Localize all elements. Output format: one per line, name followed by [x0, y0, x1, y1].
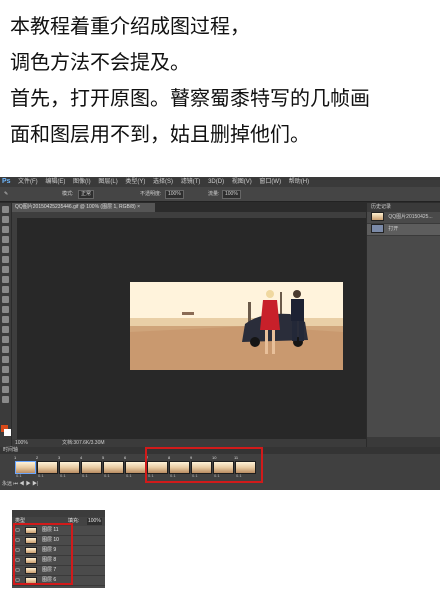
status-bar: 100% 文档:307.6K/3.30M [12, 439, 366, 447]
snapshot-thumbnail [371, 212, 384, 222]
menu-filter[interactable]: 滤镜(T) [181, 179, 201, 185]
first-frame-button[interactable]: ⏮ [13, 481, 18, 487]
menu-edit[interactable]: 编辑(E) [45, 179, 65, 185]
article-line-2: 调色方法不会提及。 [10, 50, 190, 74]
frame-delay[interactable]: 0.1 [126, 473, 132, 478]
timeline-controls: 永远 ⏮ ◀ ▶ ▶| [2, 481, 38, 488]
crop-tool-icon[interactable] [2, 246, 9, 253]
lasso-tool-icon[interactable] [2, 226, 9, 233]
history-snapshot[interactable]: QQ图片20150425... [367, 212, 440, 224]
article-line-4: 面和图层用不到，姑且删掉他们。 [10, 122, 310, 146]
document-tab[interactable]: QQ图片20150425235446.gif @ 100% (图层 1, RGB… [12, 203, 155, 212]
options-bar: ✎ 模式: 正常 不透明度: 100% 流量: 100% [0, 187, 440, 202]
eraser-tool-icon[interactable] [2, 306, 9, 313]
frame-number: 6 [124, 455, 127, 460]
frame-delay[interactable]: 0.1 [104, 473, 110, 478]
timeline-frame[interactable]: 3 0.1 [58, 455, 80, 479]
zoom-level[interactable]: 100% [15, 439, 28, 447]
frame-delay[interactable]: 0.1 [60, 473, 66, 478]
open-state-icon [371, 224, 384, 234]
healing-tool-icon[interactable] [2, 266, 9, 273]
quick-select-tool-icon[interactable] [2, 236, 9, 243]
pen-tool-icon[interactable] [2, 346, 9, 353]
menu-bar: Ps 文件(F) 编辑(E) 图像(I) 图层(L) 类型(Y) 选择(S) 滤… [0, 177, 440, 187]
photoshop-logo: Ps [2, 178, 11, 185]
history-panel-footer [367, 437, 440, 447]
hand-tool-icon[interactable] [2, 386, 9, 393]
frame-number: 3 [58, 455, 61, 460]
menu-file[interactable]: 文件(F) [18, 179, 38, 185]
timeline-frame[interactable]: 6 0.1 [124, 455, 146, 479]
timeline-frame[interactable]: 4 0.1 [80, 455, 102, 479]
frame-delay[interactable]: 0.1 [38, 473, 44, 478]
frame-number: 5 [102, 455, 105, 460]
history-brush-tool-icon[interactable] [2, 296, 9, 303]
background-color-swatch[interactable] [4, 429, 11, 436]
vertical-ruler [12, 212, 17, 439]
article-line-3: 首先，打开原图。瞽察蜀黍特写的几帧画 [10, 86, 370, 110]
toolbox [0, 203, 11, 447]
document-size: 文档:307.6K/3.30M [62, 440, 105, 446]
opacity-input[interactable]: 100% [165, 190, 184, 199]
frame-number: 2 [36, 455, 39, 460]
timeline-frame[interactable]: 1 0.1 [14, 455, 36, 479]
layers-panel-header [12, 510, 105, 517]
history-panel-title[interactable]: 历史记录 [367, 203, 440, 212]
menu-layer[interactable]: 图层(L) [98, 179, 117, 185]
flow-label: 流量: [208, 191, 220, 197]
fill-input[interactable]: 100% [87, 518, 102, 525]
next-frame-button[interactable]: ▶| [32, 481, 38, 487]
opacity-label: 不透明度: [140, 191, 162, 197]
dodge-tool-icon[interactable] [2, 336, 9, 343]
marquee-tool-icon[interactable] [2, 216, 9, 223]
frame-delay[interactable]: 0.1 [82, 473, 88, 478]
menu-3d[interactable]: 3D(D) [208, 179, 224, 185]
brush-tool-icon[interactable]: ✎ [4, 187, 8, 201]
article-text: 本教程着重介绍成图过程， 调色方法不会提及。 首先，打开原图。瞽察蜀黍特写的几帧… [10, 8, 435, 152]
blur-tool-icon[interactable] [2, 326, 9, 333]
text-tool-icon[interactable] [2, 356, 9, 363]
history-snapshot-label: QQ图片20150425... [388, 214, 433, 220]
article-line-1: 本教程着重介绍成图过程， [10, 14, 250, 38]
layers-highlight-box [13, 523, 73, 585]
history-panel: 历史记录 QQ图片20150425... 打开 [367, 203, 440, 447]
frame-number: 1 [14, 455, 17, 460]
menu-image[interactable]: 图像(I) [73, 179, 91, 185]
menu-select[interactable]: 选择(S) [153, 179, 173, 185]
path-select-tool-icon[interactable] [2, 366, 9, 373]
history-state-open[interactable]: 打开 [367, 224, 440, 236]
horizontal-ruler [12, 212, 366, 218]
menu-window[interactable]: 窗口(W) [259, 179, 281, 185]
flow-input[interactable]: 100% [222, 190, 241, 199]
gradient-tool-icon[interactable] [2, 316, 9, 323]
menu-view[interactable]: 视图(V) [232, 179, 252, 185]
movie-still-image [130, 282, 343, 370]
menu-items: 文件(F) 编辑(E) 图像(I) 图层(L) 类型(Y) 选择(S) 滤镜(T… [18, 177, 315, 187]
shape-tool-icon[interactable] [2, 376, 9, 383]
mode-select[interactable]: 正常 [78, 190, 95, 199]
prev-frame-button[interactable]: ◀ [19, 481, 24, 487]
frames-highlight-box [145, 447, 263, 483]
history-state-label: 打开 [388, 226, 399, 232]
menu-help[interactable]: 帮助(H) [289, 179, 309, 185]
stamp-tool-icon[interactable] [2, 286, 9, 293]
movie-still-svg [130, 282, 343, 370]
photoshop-screenshot: Ps 文件(F) 编辑(E) 图像(I) 图层(L) 类型(Y) 选择(S) 滤… [0, 177, 440, 490]
menu-type[interactable]: 类型(Y) [125, 179, 145, 185]
mode-label: 模式: [62, 191, 74, 197]
timeline-frame[interactable]: 5 0.1 [102, 455, 124, 479]
timeline-frame[interactable]: 2 0.1 [36, 455, 58, 479]
eyedropper-tool-icon[interactable] [2, 256, 9, 263]
play-button[interactable]: ▶ [26, 481, 31, 487]
brush-tool-icon[interactable] [2, 276, 9, 283]
move-tool-icon[interactable] [2, 206, 9, 213]
zoom-tool-icon[interactable] [2, 396, 9, 403]
loop-select[interactable]: 永远 [2, 481, 12, 487]
frame-delay[interactable]: 0.1 [16, 473, 22, 478]
frame-number: 4 [80, 455, 83, 460]
